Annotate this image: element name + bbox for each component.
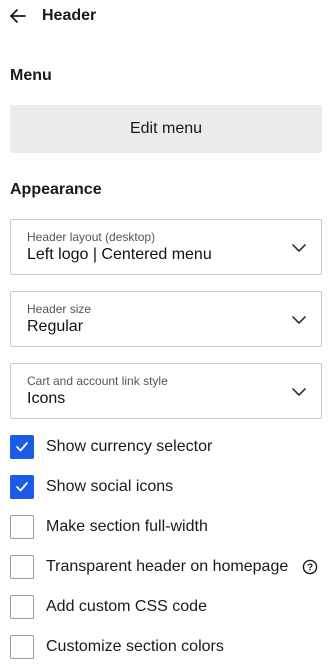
select-value: Left logo | Centered menu	[27, 246, 212, 263]
chevron-down-icon	[291, 240, 307, 256]
select-value: Regular	[27, 318, 84, 335]
chevron-down-icon	[291, 384, 307, 400]
select-label: Header size	[27, 302, 92, 316]
checkbox[interactable]	[10, 515, 34, 539]
edit-menu-button[interactable]: Edit menu	[10, 105, 322, 153]
cart-account-link-style-select[interactable]: Cart and account link style Icons	[10, 363, 322, 419]
checkbox-customize-section-colors[interactable]: Customize section colors	[10, 635, 332, 659]
checkbox[interactable]	[10, 435, 34, 459]
checkbox-label: Add custom CSS code	[46, 598, 207, 615]
checkbox-label: Show currency selector	[46, 438, 213, 455]
checkbox[interactable]	[10, 475, 34, 499]
checkbox-show-currency-selector[interactable]: Show currency selector	[10, 435, 332, 459]
checkbox[interactable]	[10, 595, 34, 619]
checkbox-label: Customize section colors	[46, 638, 224, 655]
top-bar: Header	[0, 0, 332, 34]
checkmark-icon	[16, 482, 28, 492]
checkbox-label: Transparent header on homepage	[46, 558, 289, 575]
checkbox-label: Make section full-width	[46, 518, 208, 535]
checkbox-make-section-full-width[interactable]: Make section full-width	[10, 515, 332, 539]
arrow-left-icon[interactable]	[8, 6, 28, 26]
header-size-select[interactable]: Header size Regular	[10, 291, 322, 347]
checkbox-label: Show social icons	[46, 478, 174, 495]
select-label: Cart and account link style	[27, 374, 168, 388]
menu-section-heading: Menu	[10, 67, 52, 84]
question-circle-icon[interactable]: ?	[302, 559, 318, 575]
header-layout-select[interactable]: Header layout (desktop) Left logo | Cent…	[10, 219, 322, 275]
page-title: Header	[42, 7, 97, 24]
checkbox-transparent-header-on-homepage[interactable]: Transparent header on homepage ?	[10, 555, 332, 579]
checkbox-show-social-icons[interactable]: Show social icons	[10, 475, 332, 499]
svg-text:?: ?	[307, 563, 313, 574]
select-label: Header layout (desktop)	[27, 230, 156, 244]
checkmark-icon	[16, 442, 28, 452]
chevron-down-icon	[291, 312, 307, 328]
checkbox[interactable]	[10, 635, 34, 659]
checkbox[interactable]	[10, 555, 34, 579]
appearance-section-heading: Appearance	[10, 181, 102, 198]
select-value: Icons	[27, 390, 66, 407]
checkbox-add-custom-css-code[interactable]: Add custom CSS code	[10, 595, 332, 619]
